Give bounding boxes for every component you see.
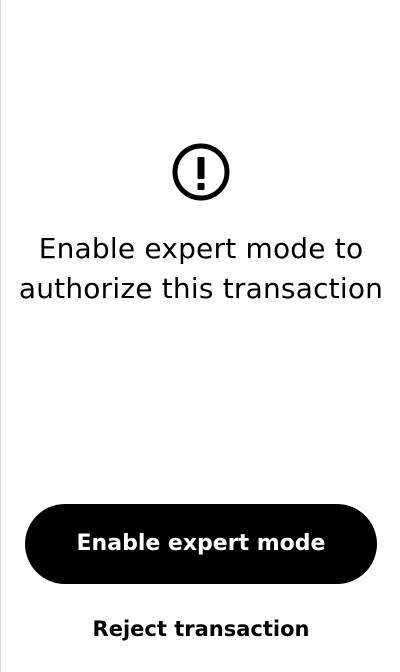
expert-mode-screen: Enable expert mode to authorize this tra…: [1, 0, 400, 672]
expert-mode-message: Enable expert mode to authorize this tra…: [18, 232, 384, 305]
exclamation-circle-icon: [172, 143, 230, 201]
reject-transaction-label: Reject transaction: [92, 617, 310, 641]
enable-expert-mode-button[interactable]: Enable expert mode: [25, 504, 377, 584]
enable-expert-mode-label: Enable expert mode: [76, 531, 326, 556]
reject-transaction-button[interactable]: Reject transaction: [51, 611, 351, 647]
